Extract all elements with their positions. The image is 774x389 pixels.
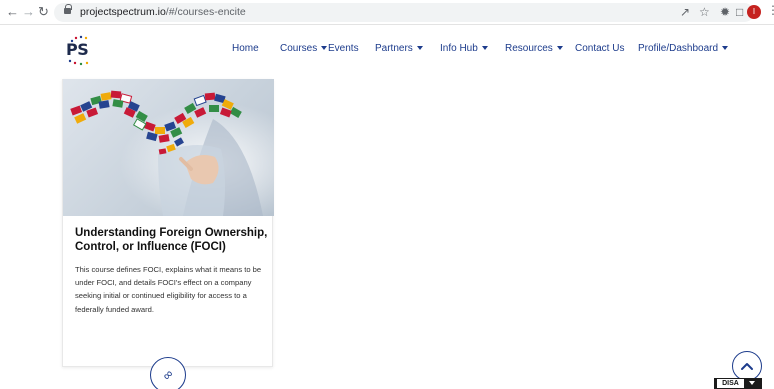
- course-description: This course defines FOCI, explains what …: [75, 265, 262, 314]
- nav-info-hub[interactable]: Info Hub: [440, 43, 488, 54]
- chevron-up-icon: [741, 363, 753, 370]
- nav-events[interactable]: Events: [328, 43, 359, 54]
- back-icon[interactable]: ←: [6, 4, 19, 20]
- link-icon: ∞: [159, 366, 177, 384]
- nav-partners[interactable]: Partners: [375, 43, 423, 54]
- disa-badge[interactable]: DISA: [714, 378, 762, 389]
- scroll-to-top-button[interactable]: [732, 351, 762, 381]
- star-icon[interactable]: ☆: [699, 4, 710, 20]
- caret-down-icon: [416, 46, 423, 50]
- nav-courses[interactable]: Courses: [280, 43, 328, 54]
- site-logo[interactable]: PS: [64, 34, 98, 66]
- browser-toolbar: ← → ↻ projectspectrum.io/#/courses-encit…: [0, 0, 774, 25]
- caret-down-icon: [481, 46, 488, 50]
- extensions-icon[interactable]: ✹: [720, 4, 730, 20]
- nav-home[interactable]: Home: [232, 43, 259, 54]
- caret-down-icon: [722, 46, 729, 50]
- course-card[interactable]: Understanding Foreign Ownership, Control…: [62, 79, 274, 389]
- disa-label: DISA: [717, 379, 744, 388]
- nav-profile-dashboard[interactable]: Profile/Dashboard: [638, 43, 729, 54]
- menu-icon[interactable]: ⋮: [767, 3, 774, 17]
- reload-icon[interactable]: ↻: [38, 4, 49, 20]
- course-title[interactable]: Understanding Foreign Ownership, Control…: [75, 226, 270, 254]
- address-bar[interactable]: projectspectrum.io/#/courses-encite ↗ ☆ …: [54, 3, 754, 22]
- share-icon[interactable]: ↗: [680, 4, 690, 20]
- caret-down-icon: [321, 46, 328, 50]
- caret-down-icon: [556, 46, 563, 50]
- url-text[interactable]: projectspectrum.io/#/courses-encite: [80, 6, 246, 18]
- course-link-button[interactable]: ∞: [150, 357, 186, 389]
- flags-world-hand-image[interactable]: [63, 79, 274, 216]
- profile-icon[interactable]: I: [747, 5, 761, 19]
- nav-resources[interactable]: Resources: [505, 43, 563, 54]
- lock-icon[interactable]: [64, 4, 72, 15]
- caret-down-icon: [749, 381, 755, 385]
- forward-icon[interactable]: →: [22, 4, 35, 20]
- logo-text: PS: [66, 40, 89, 59]
- site-header: PS Home Courses Events Partners Info Hub…: [0, 26, 774, 72]
- sidebar-icon[interactable]: □: [736, 4, 743, 20]
- nav-contact-us[interactable]: Contact Us: [575, 43, 624, 54]
